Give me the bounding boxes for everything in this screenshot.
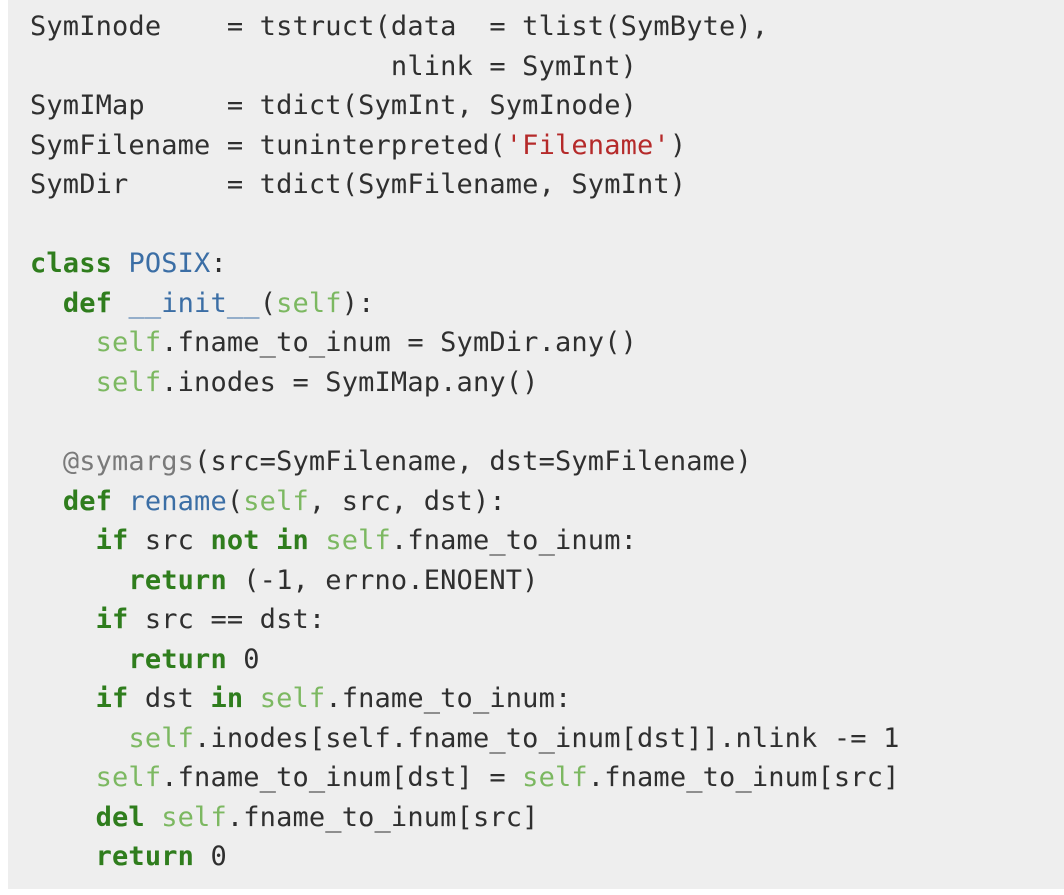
self-token: self — [161, 801, 227, 833]
code-line: if src not in self.fname_to_inum: — [30, 521, 1064, 561]
code-token: ): — [341, 287, 375, 319]
code-line: return 0 — [30, 837, 1064, 877]
code-line: class POSIX: — [30, 244, 1064, 284]
code-token: ) — [669, 129, 687, 161]
code-line: self.fname_to_inum = SymDir.any() — [30, 323, 1064, 363]
code-token: .fname_to_inum = SymDir.any() — [161, 327, 638, 359]
code-line: return 0 — [30, 640, 1064, 680]
code-line: self.fname_to_inum[dst] = self.fname_to_… — [30, 758, 1064, 798]
code-token: 0 — [226, 643, 260, 675]
keyword-token: def — [62, 485, 113, 517]
keyword-token: def — [62, 287, 113, 319]
code-token: .fname_to_inum[src] — [226, 801, 539, 833]
self-token: self — [128, 722, 195, 754]
keyword-token: return — [95, 841, 195, 873]
keyword-token: return — [128, 643, 227, 675]
code-token: nlink = SymInt) — [30, 50, 637, 82]
keyword-token: if — [95, 683, 129, 715]
code-line: return (-1, errno.ENOENT) — [30, 561, 1064, 601]
code-token: .inodes[self.fname_to_inum[dst]].nlink -… — [194, 722, 900, 754]
self-token: self — [259, 683, 326, 715]
code-token: .fname_to_inum[src] — [587, 762, 900, 794]
keyword-token: return — [128, 564, 227, 596]
code-line: if dst in self.fname_to_inum: — [30, 679, 1064, 719]
code-line: @symargs(src=SymFilename, dst=SymFilenam… — [30, 442, 1064, 482]
code-token: (-1, errno.ENOENT) — [226, 564, 539, 596]
code-token: ( — [259, 287, 277, 319]
code-token: .fname_to_inum[dst] = — [161, 762, 523, 794]
identifier-token: rename — [128, 485, 227, 517]
code-token: : — [210, 248, 227, 280]
identifier-token: __init__ — [128, 287, 260, 319]
self-token: self — [276, 287, 342, 319]
code-token: src — [128, 525, 211, 557]
self-token: self — [522, 762, 588, 794]
code-line: if src == dst: — [30, 600, 1064, 640]
self-token: self — [95, 366, 162, 398]
self-token: self — [95, 762, 162, 794]
code-token: dst — [128, 683, 211, 715]
code-line: del self.fname_to_inum[src] — [30, 798, 1064, 838]
keyword-token: if — [95, 525, 129, 557]
self-token: self — [95, 327, 162, 359]
code-token: SymIMap = tdict(SymInt, SymInode) — [30, 90, 637, 122]
code-line: self.inodes = SymIMap.any() — [30, 363, 1064, 403]
code-line: SymIMap = tdict(SymInt, SymInode) — [30, 86, 1064, 126]
decorator-token: @symargs — [62, 446, 195, 478]
code-line: def rename(self, src, dst): — [30, 482, 1064, 522]
code-token: src == dst: — [128, 604, 326, 636]
keyword-token: not — [210, 525, 260, 557]
code-token: .fname_to_inum: — [325, 683, 572, 715]
code-token: ( — [226, 485, 244, 517]
string-literal-token: 'Filename' — [505, 129, 670, 161]
keyword-token: if — [95, 604, 129, 636]
code-line: SymInode = tstruct(data = tlist(SymByte)… — [30, 7, 1064, 47]
code-token: , src, dst): — [308, 485, 506, 517]
code-line: self.inodes[self.fname_to_inum[dst]].nli… — [30, 719, 1064, 759]
code-token: .fname_to_inum: — [390, 525, 638, 557]
keyword-token: in — [276, 525, 309, 557]
keyword-token: del — [95, 801, 145, 833]
self-token: self — [243, 485, 309, 517]
code-token: SymDir = tdict(SymFilename, SymInt) — [30, 169, 687, 201]
code-token: SymFilename = tuninterpreted( — [30, 129, 506, 161]
code-line: def __init__(self): — [30, 284, 1064, 324]
code-token: 0 — [194, 841, 227, 873]
code-token: SymInode = tstruct(data = tlist(SymByte)… — [30, 11, 769, 42]
keyword-token: in — [210, 683, 244, 715]
code-line: SymFilename = tuninterpreted('Filename') — [30, 126, 1064, 166]
code-line: nlink = SymInt) — [30, 47, 1064, 87]
keyword-token: class — [30, 248, 113, 280]
code-token: .inodes = SymIMap.any() — [161, 366, 539, 398]
code-line: SymDir = tdict(SymFilename, SymInt) — [30, 165, 1064, 205]
code-token: (src=SymFilename, dst=SymFilename) — [194, 446, 752, 478]
code-block: SymInode = tstruct(data = tlist(SymByte)… — [8, 0, 1064, 889]
self-token: self — [325, 525, 391, 557]
identifier-token: POSIX — [128, 248, 211, 280]
